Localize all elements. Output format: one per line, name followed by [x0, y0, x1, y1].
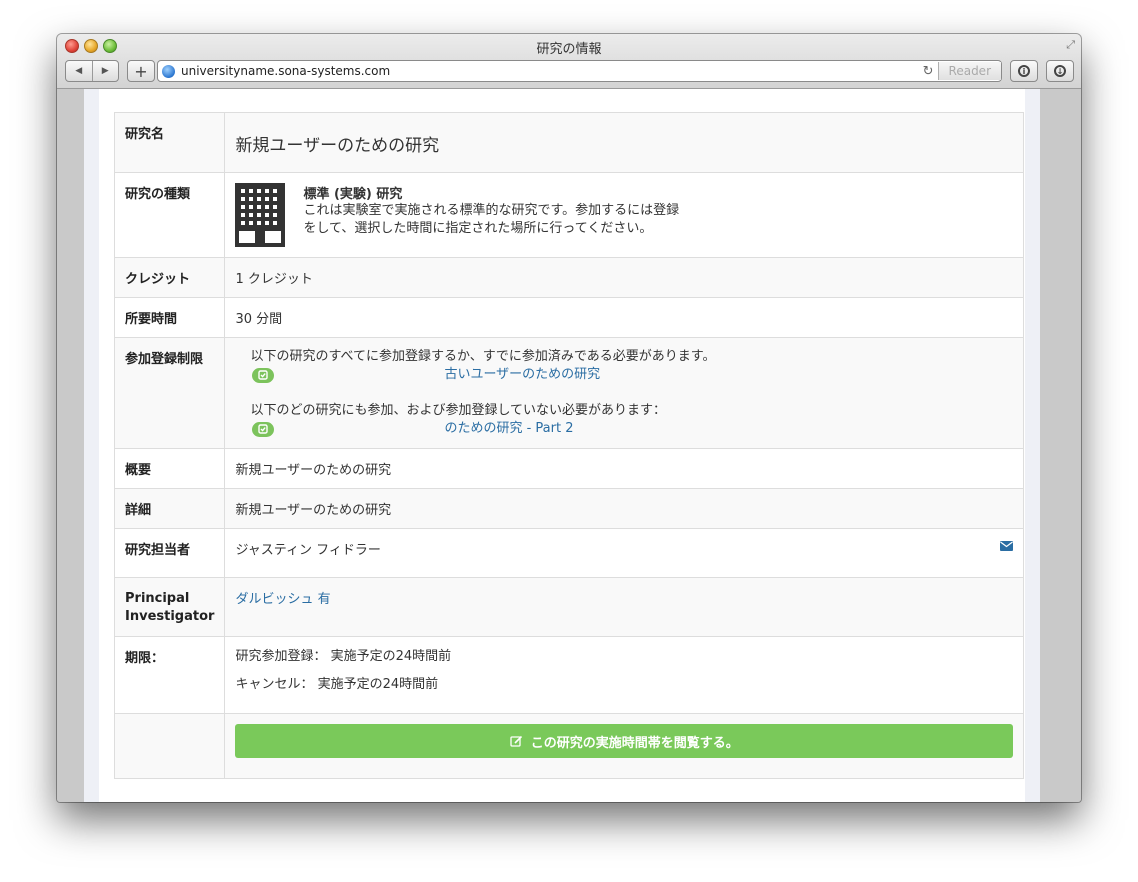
researcher-value: ジャスティン フィドラー [235, 543, 381, 558]
row-action: この研究の実施時間帯を閲覧する。 [113, 713, 1024, 779]
info-icon: i [1018, 65, 1030, 77]
reload-icon[interactable]: ↻ [923, 64, 934, 79]
back-button[interactable]: ◀ [66, 61, 92, 81]
building-icon [235, 183, 286, 247]
row-researcher: 研究担当者 ジャスティン フィドラー [113, 528, 1024, 578]
row-details: 詳細 新規ユーザーのための研究 [113, 488, 1024, 529]
forward-arrow-icon: ▶ [101, 66, 109, 76]
credits-value: 1 クレジット [224, 257, 1024, 298]
row-credits: クレジット 1 クレジット [113, 257, 1024, 298]
label-researcher: 研究担当者 [113, 528, 226, 578]
signup-deadline: 研究参加登録： 実施予定の24時間前 [235, 649, 452, 664]
page-background: 研究名 新規ユーザーのための研究 研究の種類 標準 (実験) 研究 これは実験室… [84, 89, 1040, 802]
label-principal-investigator: Principal Investigator [113, 577, 226, 637]
title-bar: 研究の情報 ⤢ ◀ ▶ + universityname.sona-system… [57, 34, 1081, 89]
row-summary: 概要 新規ユーザーのための研究 [113, 448, 1024, 489]
plus-icon: + [134, 61, 148, 81]
cancel-deadline: キャンセル： 実施予定の24時間前 [235, 677, 439, 692]
check-badge-icon [252, 367, 275, 383]
principal-investigator-link[interactable]: ダルビッシュ 有 [224, 577, 1024, 637]
downloads-button[interactable]: ↓ [1046, 60, 1074, 82]
address-bar[interactable]: universityname.sona-systems.com ↻ Reader [157, 60, 1002, 82]
row-study-type: 研究の種類 標準 (実験) 研究 これは実験室で実施される標準的な研究です。参加… [113, 172, 1024, 258]
browser-window: 研究の情報 ⤢ ◀ ▶ + universityname.sona-system… [57, 34, 1081, 802]
excluded-studies-text: 以下のどの研究にも参加、および参加登録していない必要があります： [250, 403, 667, 418]
url-text[interactable]: universityname.sona-systems.com [181, 64, 923, 78]
globe-icon [162, 64, 175, 78]
download-icon: ↓ [1054, 65, 1066, 77]
window-title: 研究の情報 [536, 42, 602, 57]
label-summary: 概要 [113, 448, 226, 489]
study-info-table: 研究名 新規ユーザーのための研究 研究の種類 標準 (実験) 研究 これは実験室… [113, 112, 1024, 779]
mail-icon[interactable] [1000, 541, 1013, 551]
edit-icon [510, 735, 522, 747]
label-credits: クレジット [113, 257, 226, 298]
label-study-name: 研究名 [113, 112, 226, 173]
empty-cell [113, 713, 226, 779]
row-study-name: 研究名 新規ユーザーのための研究 [113, 112, 1024, 173]
required-studies-text: 以下の研究のすべてに参加登録するか、すでに参加済みである必要があります。 [250, 349, 716, 364]
label-restrictions: 参加登録制限 [113, 337, 226, 449]
label-deadlines: 期限： [113, 636, 226, 714]
required-study-link[interactable]: 古いユーザーのための研究 [444, 366, 600, 384]
study-type-heading: 標準 (実験) 研究 [303, 187, 403, 202]
check-badge-icon [252, 421, 275, 437]
study-name-value: 新規ユーザーのための研究 [235, 136, 440, 156]
duration-value: 30 分間 [224, 297, 1024, 338]
new-tab-button[interactable]: + [127, 60, 155, 82]
web-viewport: 研究名 新規ユーザーのための研究 研究の種類 標準 (実験) 研究 これは実験室… [57, 89, 1081, 802]
fullscreen-icon[interactable]: ⤢ [1066, 38, 1075, 52]
history-nav: ◀ ▶ [65, 60, 119, 82]
content-card: 研究名 新規ユーザーのための研究 研究の種類 標準 (実験) 研究 これは実験室… [99, 89, 1025, 802]
view-timeslots-button[interactable]: この研究の実施時間帯を閲覧する。 [235, 724, 1013, 758]
label-duration: 所要時間 [113, 297, 226, 338]
info-button[interactable]: i [1010, 60, 1038, 82]
view-timeslots-label: この研究の実施時間帯を閲覧する。 [530, 735, 739, 751]
row-principal-investigator: Principal Investigator ダルビッシュ 有 [113, 577, 1024, 637]
details-value: 新規ユーザーのための研究 [224, 488, 1024, 529]
summary-value: 新規ユーザーのための研究 [224, 448, 1024, 489]
forward-button[interactable]: ▶ [91, 61, 119, 81]
row-deadlines: 期限： 研究参加登録： 実施予定の24時間前 キャンセル： 実施予定の24時間前 [113, 636, 1024, 714]
study-type-description: これは実験室で実施される標準的な研究です。参加するには登録をして、選択した時間に… [303, 203, 680, 236]
label-details: 詳細 [113, 488, 226, 529]
row-duration: 所要時間 30 分間 [113, 297, 1024, 338]
back-arrow-icon: ◀ [75, 66, 83, 76]
row-restrictions: 参加登録制限 以下の研究のすべてに参加登録するか、すでに参加済みである必要があり… [113, 337, 1024, 449]
reader-button[interactable]: Reader [937, 62, 1001, 80]
label-study-type: 研究の種類 [113, 172, 226, 258]
excluded-study-link[interactable]: のための研究 - Part 2 [444, 420, 573, 438]
